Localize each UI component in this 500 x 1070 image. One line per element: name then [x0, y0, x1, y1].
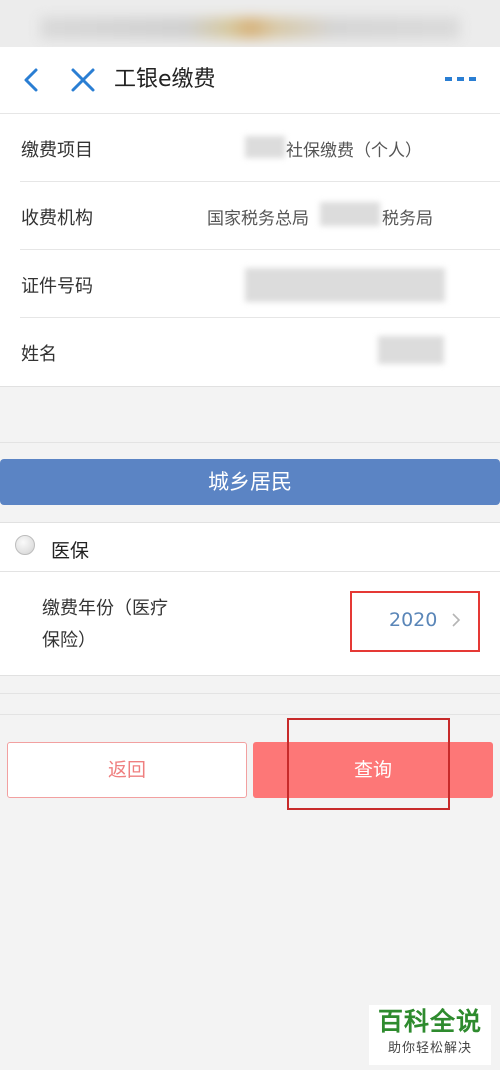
category-header[interactable]: 城乡居民 — [0, 459, 500, 505]
info-value-institution-suffix: 税务局 — [382, 209, 433, 229]
payment-info-card: 缴费项目 社保缴费（个人） 收费机构 国家税务总局 税务局 证件号码 姓名 — [0, 114, 500, 387]
info-value-institution-prefix: 国家税务总局 — [207, 209, 309, 229]
info-label-name: 姓名 — [21, 344, 57, 365]
close-icon[interactable] — [68, 65, 98, 95]
insurance-option-card: 医保 缴费年份（医疗保险） 2020 — [0, 522, 500, 676]
back-button[interactable]: 返回 — [7, 742, 247, 798]
redacted-name — [378, 336, 444, 364]
info-value-item: 社保缴费（个人） — [286, 141, 422, 161]
info-row-item: 缴费项目 社保缴费（个人） — [0, 114, 500, 182]
info-label-id-number: 证件号码 — [21, 276, 93, 297]
info-row-institution: 收费机构 国家税务总局 税务局 — [0, 182, 500, 250]
chevron-right-icon — [452, 613, 461, 627]
payment-year-label: 缴费年份（医疗保险） — [42, 598, 168, 651]
status-bar — [0, 0, 500, 47]
watermark-title: 百科全说 — [377, 1007, 482, 1036]
info-label-institution: 收费机构 — [21, 208, 93, 229]
query-button[interactable]: 查询 — [253, 742, 493, 798]
info-label-item: 缴费项目 — [21, 140, 93, 161]
page-title: 工银e缴费 — [114, 67, 216, 92]
info-row-name: 姓名 — [0, 318, 500, 386]
redacted-block — [320, 202, 380, 226]
blurred-status-content — [40, 17, 460, 39]
chevron-left-icon[interactable] — [18, 65, 46, 95]
section-spacer — [0, 693, 500, 715]
nav-bar: 工银e缴费 — [0, 47, 500, 114]
more-icon[interactable] — [443, 71, 479, 87]
redacted-id-number — [245, 268, 445, 302]
radio-medical-insurance[interactable] — [15, 535, 35, 555]
option-label-medical-insurance: 医保 — [51, 540, 90, 562]
watermark-logo: 百科全说 助你轻松解决 — [369, 1005, 491, 1065]
redacted-block — [245, 136, 285, 158]
watermark-subtitle: 助你轻松解决 — [387, 1041, 472, 1056]
payment-year-value[interactable]: 2020 — [389, 609, 437, 631]
section-spacer — [0, 387, 500, 443]
info-row-id-number: 证件号码 — [0, 250, 500, 318]
